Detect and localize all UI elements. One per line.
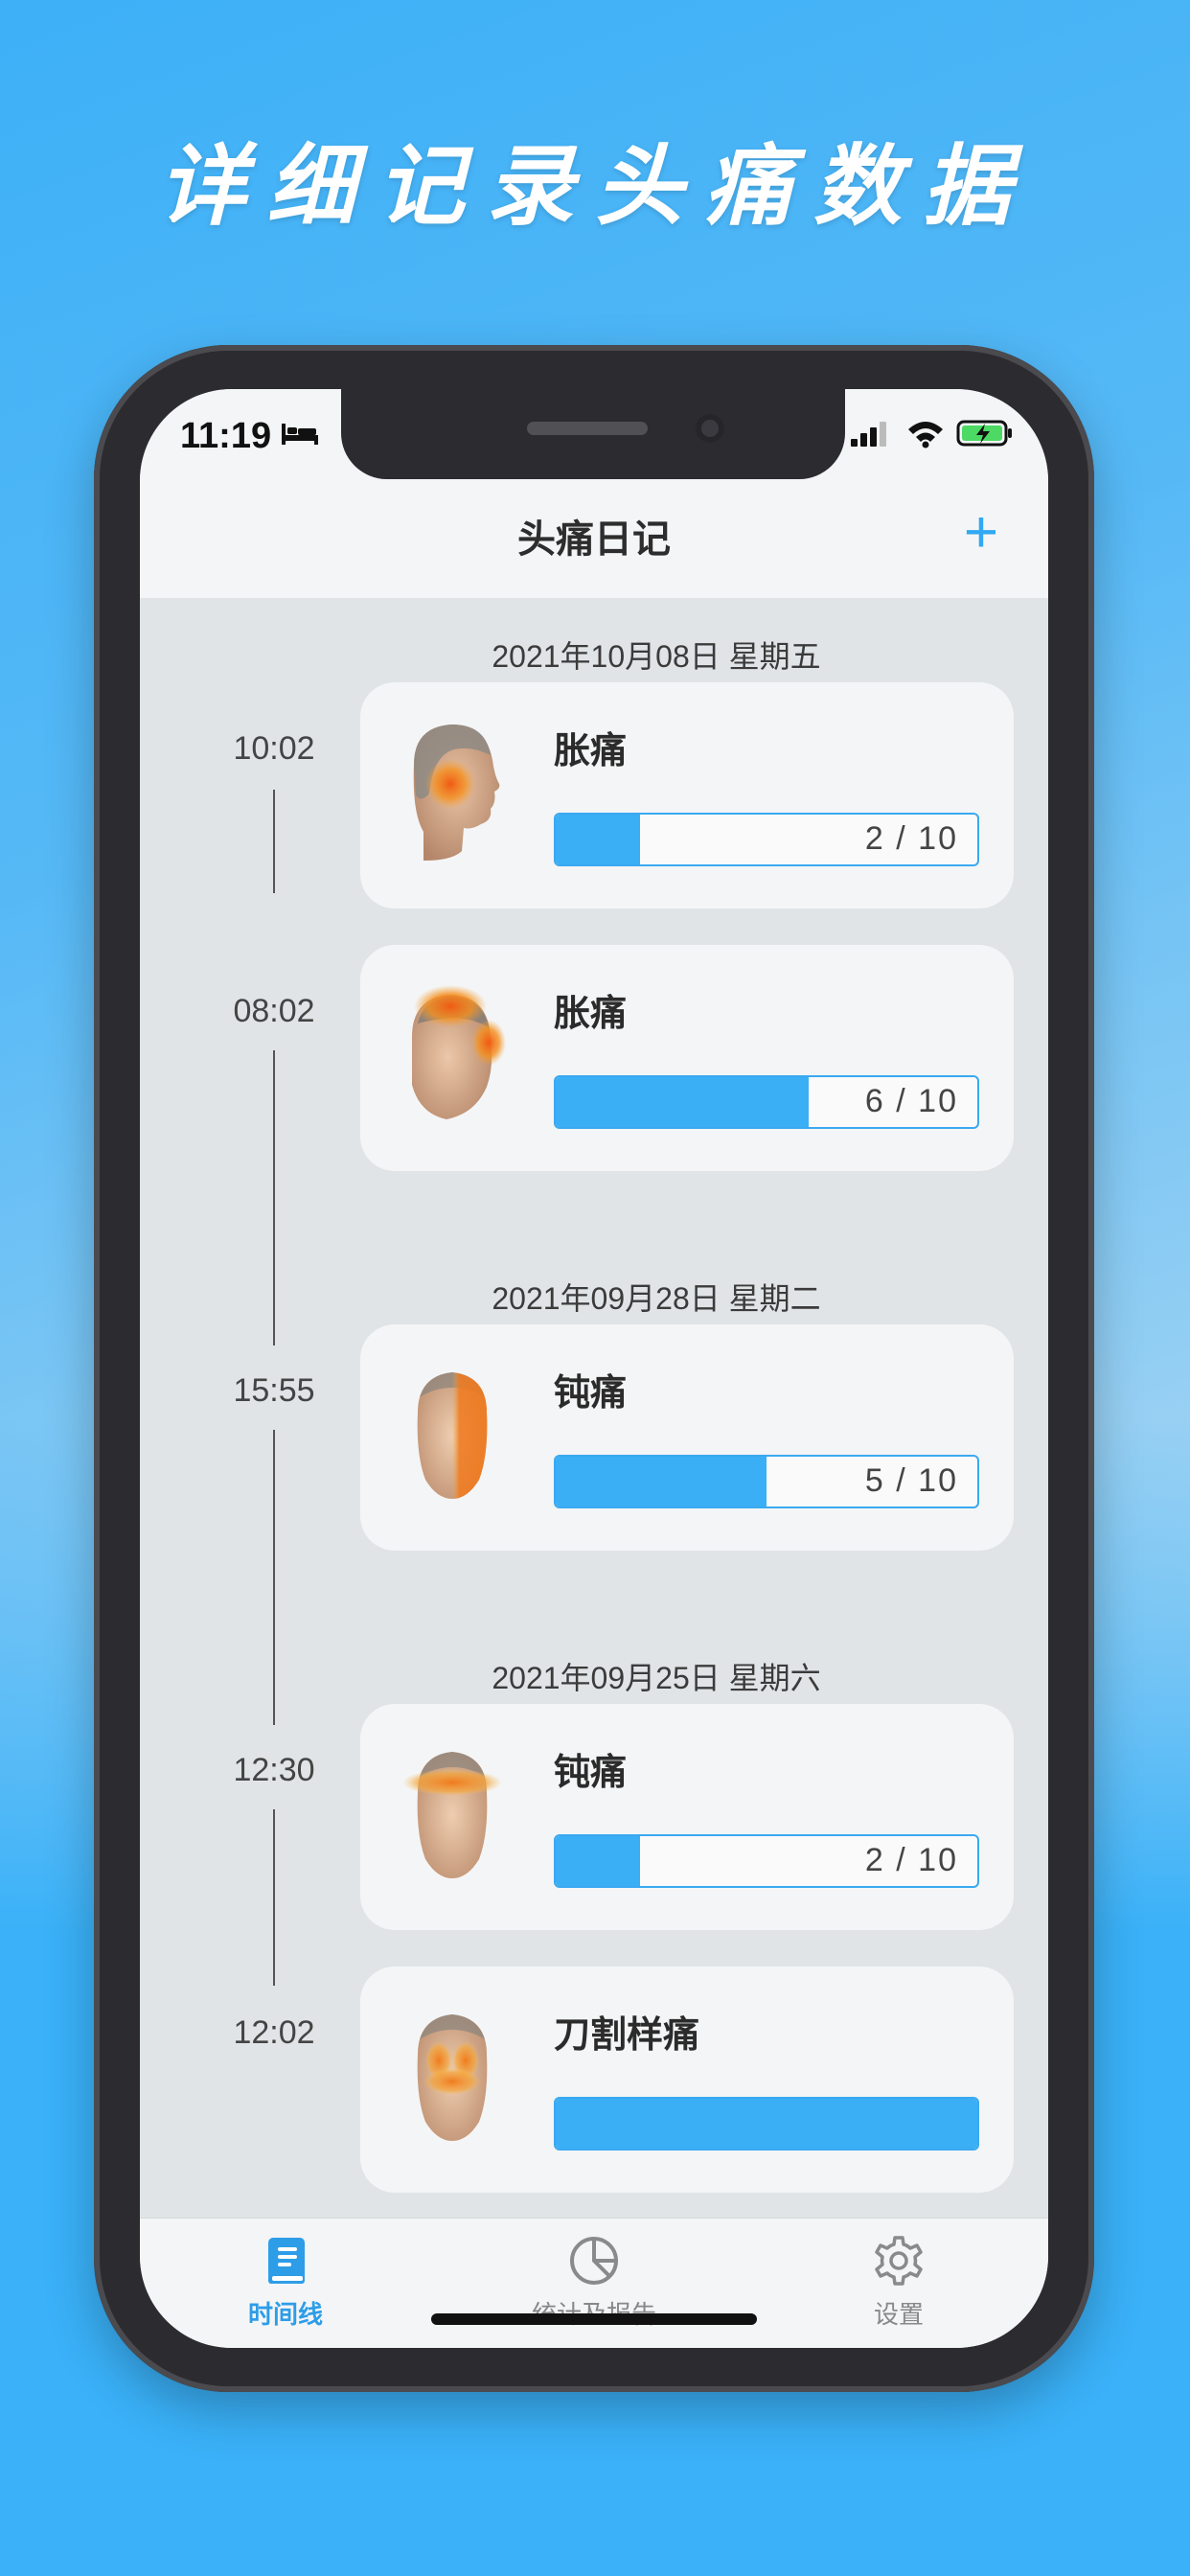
timeline-connector [273,790,275,893]
phone-frame: 11:19 头痛日记 + 2021年10月08日 星期五 10:02 胀痛 2 … [94,345,1094,2392]
headache-entry-card[interactable]: 胀痛 2 / 10 [360,682,1014,908]
entry-time: 15:55 [233,1372,315,1409]
navigation-bar: 头痛日记 + [140,479,1048,598]
pain-type-label: 胀痛 [554,994,628,1034]
pain-score: 5 / 10 [864,1462,958,1499]
pain-type-label: 胀痛 [554,731,628,771]
pain-type-label: 钝痛 [554,1753,628,1793]
speaker-grille [527,422,648,435]
battery-charging-icon [956,420,1012,447]
head-front-half-icon [417,1372,488,1499]
entry-time: 08:02 [233,993,315,1029]
tab-settings[interactable]: 设置 [803,2234,995,2331]
notch [341,389,845,479]
pain-score: 2 / 10 [864,820,958,857]
pain-intensity-bar: 5 / 10 [554,1455,979,1508]
tab-bar: 时间线 统计及报告 设置 [140,2218,1048,2348]
home-indicator [431,2313,757,2325]
date-header: 2021年09月28日 星期二 [492,1281,821,1316]
entry-time: 12:02 [233,2014,315,2051]
entry-time: 12:30 [233,1752,315,1788]
pain-type-label: 刀割样痛 [554,2015,700,2056]
tab-label: 时间线 [247,2300,323,2329]
headache-entry-card[interactable]: 钝痛 2 / 10 [360,1704,1014,1930]
bed-icon [282,424,318,445]
date-header: 2021年09月25日 星期六 [492,1661,821,1695]
pain-type-label: 钝痛 [554,1373,628,1414]
pain-intensity-bar: 6 / 10 [554,1075,979,1129]
front-camera [696,414,724,443]
head-front-forehead-icon [402,1752,502,1878]
headache-entry-card[interactable]: 胀痛 6 / 10 [360,945,1014,1171]
headache-entry-card[interactable]: 钝痛 5 / 10 [360,1324,1014,1551]
head-three-quarter-icon [412,985,506,1119]
headache-entry-card[interactable]: 刀割样痛 [360,1966,1014,2193]
head-front-sinus-icon [417,2014,488,2141]
cellular-signal-icon [851,422,886,447]
pie-chart-icon [570,2237,618,2285]
tab-timeline[interactable]: 时间线 [190,2234,381,2331]
head-side-temple-icon [413,724,500,861]
promo-title: 详细记录头痛数据 [157,134,1032,238]
pain-score: 2 / 10 [864,1842,958,1878]
timeline-connector [273,1809,275,1986]
gear-icon [875,2236,923,2286]
pain-score: 6 / 10 [864,1083,958,1119]
pain-intensity-fill [556,2099,977,2149]
date-header: 2021年10月08日 星期五 [492,639,821,674]
pain-intensity-bar: 2 / 10 [554,813,979,866]
timeline-list[interactable]: 2021年10月08日 星期五 10:02 胀痛 2 / 10 08:02 胀痛… [140,598,1048,2218]
pain-intensity-fill [556,1077,809,1127]
book-icon [268,2238,305,2284]
pain-intensity-bar [554,2097,979,2150]
phone-screen: 11:19 头痛日记 + 2021年10月08日 星期五 10:02 胀痛 2 … [140,389,1048,2348]
pain-intensity-bar: 2 / 10 [554,1834,979,1888]
status-time: 11:19 [180,416,272,456]
entry-time: 10:02 [233,730,315,767]
pain-intensity-fill [556,815,640,864]
pain-intensity-fill [556,1836,640,1886]
tab-label: 设置 [873,2300,924,2329]
add-entry-button[interactable]: + [952,503,1010,564]
pain-intensity-fill [556,1457,767,1506]
page-title: 头痛日记 [517,518,671,561]
wifi-icon [908,422,943,448]
